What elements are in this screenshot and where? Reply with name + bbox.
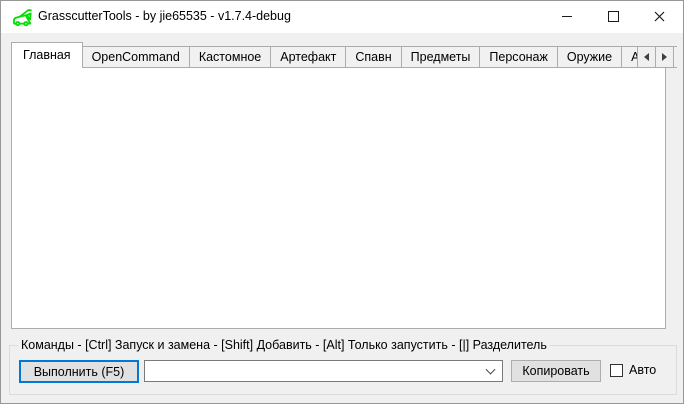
checkbox-box-icon: [610, 364, 623, 377]
tab-page-main: [11, 67, 666, 329]
auto-checkbox[interactable]: Авто: [610, 363, 656, 377]
minimize-button[interactable]: [544, 1, 590, 32]
maximize-icon: [608, 11, 619, 22]
commands-group-title: Команды - [Ctrl] Запуск и замена - [Shif…: [18, 338, 550, 352]
title-bar: GrasscutterTools - by jie65535 - v1.7.4-…: [1, 1, 683, 33]
tab-strip: Главная OpenCommand Кастомное Артефакт С…: [11, 41, 677, 68]
tab-scroll-buttons: [638, 46, 674, 68]
tab-artefakt[interactable]: Артефакт: [270, 46, 346, 68]
tab-scroll-left-button[interactable]: [637, 46, 656, 68]
tab-predmety[interactable]: Предметы: [401, 46, 481, 68]
tab-opencommand[interactable]: OpenCommand: [82, 46, 190, 68]
arrow-left-icon: [644, 53, 649, 61]
command-combobox: [144, 360, 503, 382]
app-window: GrasscutterTools - by jie65535 - v1.7.4-…: [0, 0, 684, 404]
copy-button[interactable]: Копировать: [511, 360, 601, 382]
window-title: GrasscutterTools - by jie65535 - v1.7.4-…: [38, 9, 291, 23]
close-button[interactable]: [636, 1, 682, 32]
maximize-button[interactable]: [590, 1, 636, 32]
tab-glavnaya[interactable]: Главная: [11, 42, 83, 68]
window-controls: [544, 1, 682, 32]
arrow-right-icon: [662, 53, 667, 61]
app-car-icon: [10, 8, 34, 27]
tab-scroll-right-button[interactable]: [655, 46, 674, 68]
tab-personazh[interactable]: Персонаж: [479, 46, 557, 68]
auto-label: Авто: [629, 363, 656, 377]
chevron-down-icon: [486, 365, 496, 375]
execute-button[interactable]: Выполнить (F5): [19, 360, 139, 383]
minimize-icon: [562, 16, 572, 17]
tab-oruzhie[interactable]: Оружие: [557, 46, 622, 68]
close-icon: [654, 11, 665, 22]
tab-spavn[interactable]: Спавн: [345, 46, 401, 68]
command-input[interactable]: [151, 364, 482, 378]
tab-kastomnoe[interactable]: Кастомное: [189, 46, 271, 68]
